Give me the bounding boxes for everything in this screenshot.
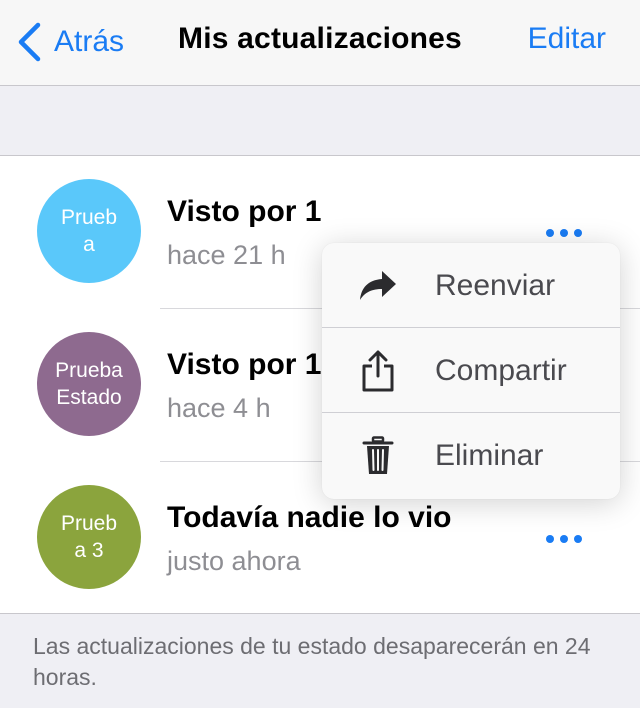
more-dot-icon (574, 229, 582, 237)
menu-item-label: Compartir (435, 353, 567, 387)
forward-icon (358, 266, 398, 306)
update-time: justo ahora (167, 546, 301, 576)
more-dot-icon (560, 229, 568, 237)
more-dot-icon (546, 535, 554, 543)
menu-item-label: Eliminar (435, 438, 544, 472)
more-dot-icon (560, 535, 568, 543)
avatar: Prueba Estado (37, 332, 141, 436)
edit-button[interactable]: Editar (528, 22, 606, 56)
more-dot-icon (546, 229, 554, 237)
menu-item-label: Reenviar (435, 268, 556, 302)
update-title: Visto por 1 (167, 348, 322, 381)
menu-item-forward[interactable]: Reenviar (322, 243, 620, 328)
avatar: Prueb a (37, 179, 141, 283)
trash-icon (358, 435, 398, 476)
more-options-button[interactable] (542, 223, 586, 243)
update-title: Todavía nadie lo vio (167, 501, 452, 534)
more-options-button[interactable] (542, 529, 586, 549)
footer-note: Las actualizaciones de tu estado desapar… (33, 633, 591, 690)
update-time: hace 4 h (167, 393, 271, 423)
avatar: Prueb a 3 (37, 485, 141, 589)
menu-item-delete[interactable]: Eliminar (322, 413, 620, 498)
share-icon (358, 350, 398, 391)
more-dot-icon (574, 535, 582, 543)
context-menu: Reenviar Compartir Eliminar (322, 243, 620, 499)
update-time: hace 21 h (167, 240, 286, 270)
update-title: Visto por 1 (167, 195, 322, 228)
navigation-bar: Atrás Mis actualizaciones Editar (0, 0, 640, 86)
menu-item-share[interactable]: Compartir (322, 328, 620, 413)
